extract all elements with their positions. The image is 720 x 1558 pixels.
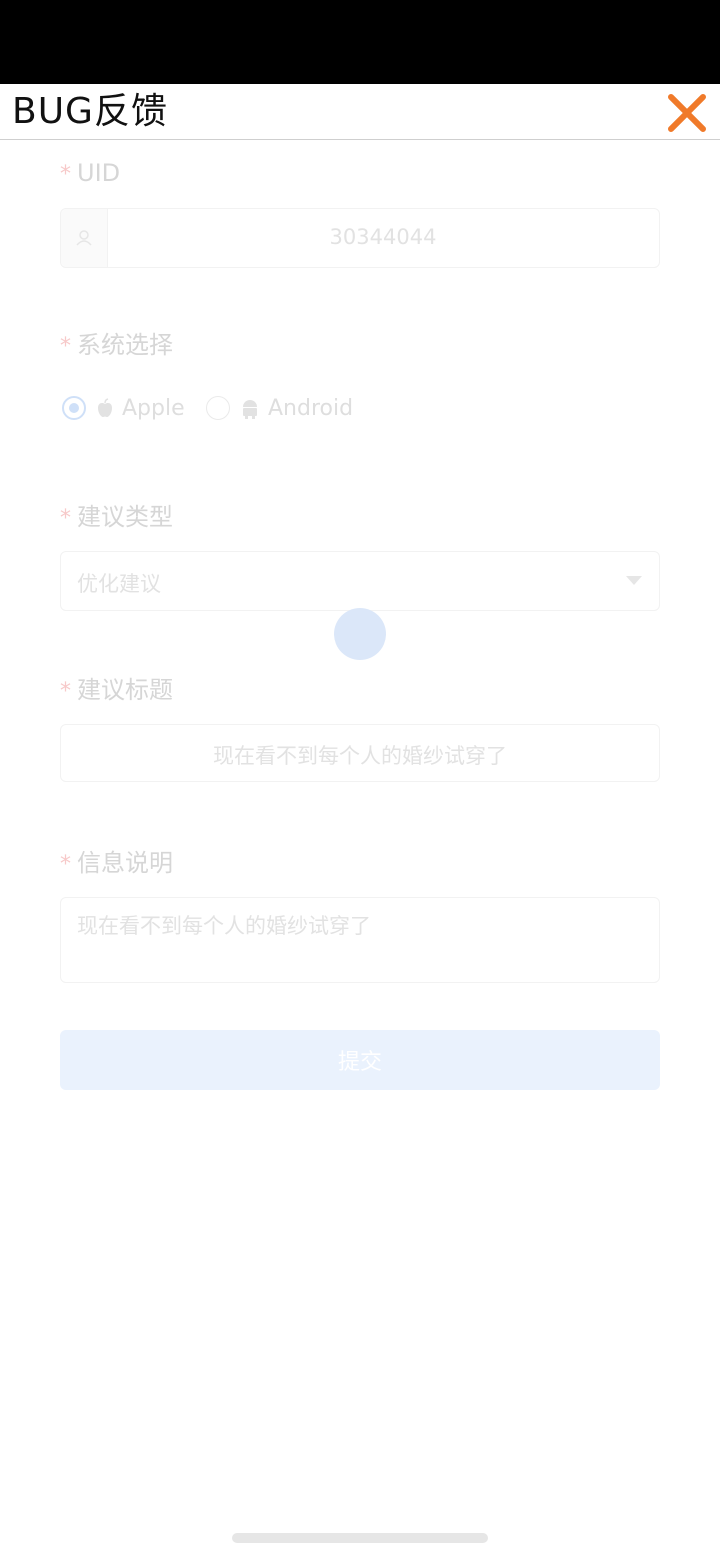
required-mark: *: [60, 679, 71, 704]
required-mark: *: [60, 852, 71, 877]
home-indicator: [232, 1533, 488, 1543]
info-value: 现在看不到每个人的婚纱试穿了: [77, 914, 371, 938]
info-textarea[interactable]: 现在看不到每个人的婚纱试穿了: [60, 897, 660, 983]
submit-button[interactable]: 提交: [60, 1030, 660, 1090]
close-button[interactable]: [662, 88, 712, 138]
title-value: 现在看不到每个人的婚纱试穿了: [213, 744, 507, 768]
uid-label: * UID: [60, 159, 121, 187]
page-title: BUG反馈: [12, 91, 168, 132]
android-label: Android: [268, 396, 354, 421]
close-icon: [668, 94, 706, 132]
info-label: * 信息说明: [60, 849, 173, 877]
title-label: * 建议标题: [60, 676, 173, 704]
apple-label: Apple: [122, 396, 185, 421]
android-radio[interactable]: [206, 396, 230, 420]
header: BUG反馈: [0, 84, 720, 140]
apple-radio[interactable]: [62, 396, 86, 420]
uid-value: 30344044: [329, 225, 437, 249]
status-bar: [0, 0, 720, 84]
required-mark: *: [60, 162, 71, 187]
page: BUG反馈 * UID 30344044 * 系统选择 Apple Androi…: [0, 0, 720, 1558]
apple-icon: [98, 398, 112, 417]
type-value: 优化建议: [77, 572, 161, 596]
type-select[interactable]: 优化建议: [60, 551, 660, 611]
uid-field[interactable]: 30344044: [60, 208, 660, 268]
system-label: * 系统选择: [60, 331, 173, 359]
loading-spinner: [334, 608, 386, 660]
required-mark: *: [60, 506, 71, 531]
title-input[interactable]: 现在看不到每个人的婚纱试穿了: [60, 724, 660, 782]
chevron-down-icon: [626, 576, 642, 585]
type-label: * 建议类型: [60, 503, 173, 531]
android-icon: [243, 400, 257, 419]
required-mark: *: [60, 334, 71, 359]
submit-label: 提交: [337, 1050, 382, 1075]
